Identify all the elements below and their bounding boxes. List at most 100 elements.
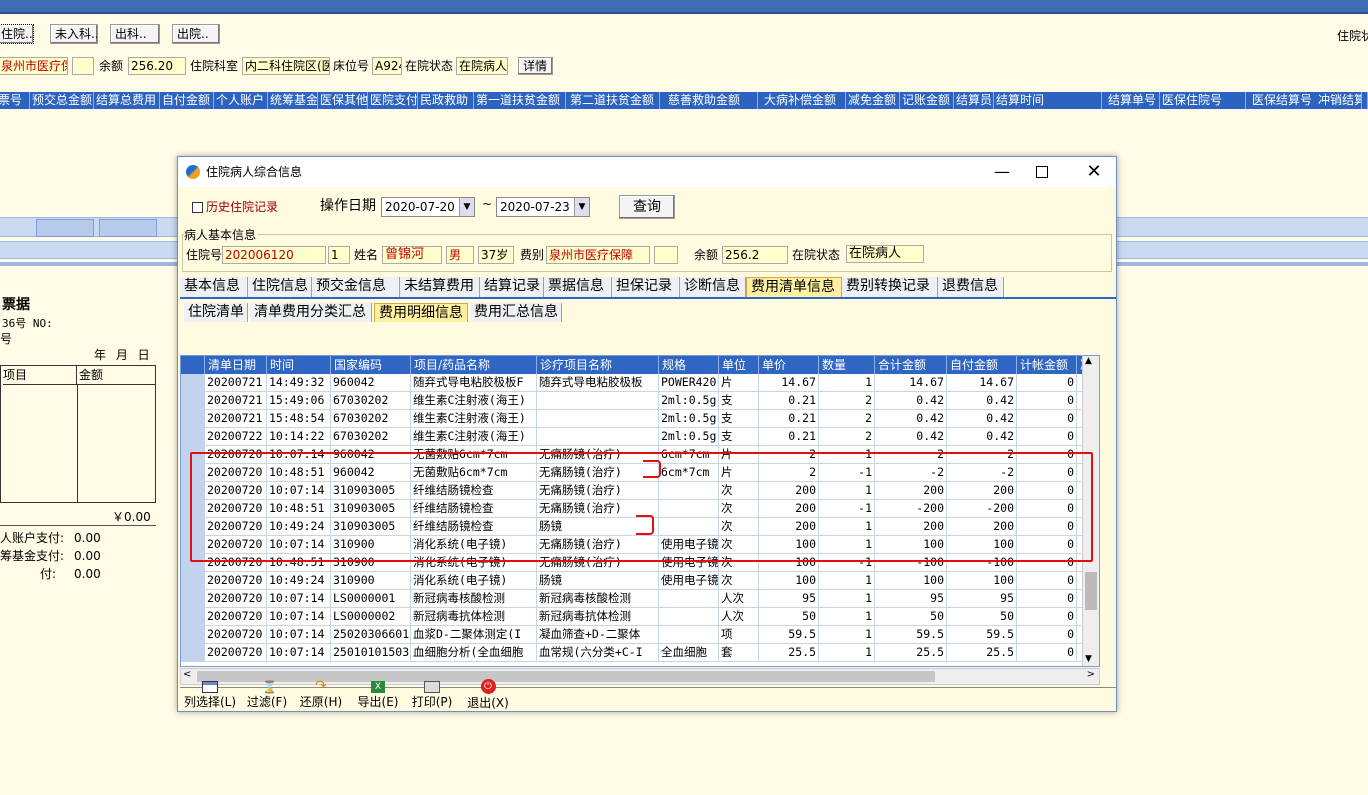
grid-cell[interactable]: 随弃式导电粘胶极板F xyxy=(411,374,537,392)
filter-button[interactable]: ⌛ 过滤(F) xyxy=(244,679,290,713)
grid-cell[interactable]: 25.5 xyxy=(759,644,819,662)
grid-cell[interactable]: 0 xyxy=(1017,572,1077,590)
close-icon[interactable]: ✕ xyxy=(1080,157,1108,187)
settle-col-header[interactable]: 民政救助 xyxy=(418,92,474,109)
grid-cell[interactable]: 0.21 xyxy=(759,410,819,428)
settle-col-header[interactable]: 结算总费用 xyxy=(94,92,160,109)
grid-cell[interactable]: 100 xyxy=(875,572,947,590)
grid-cell[interactable]: 血细胞分析(全血细胞 xyxy=(411,644,537,662)
date-from-select[interactable]: 2020-07-20 ▼ xyxy=(381,197,475,217)
detail-button[interactable]: 详情 xyxy=(518,57,553,75)
band-button-1[interactable] xyxy=(36,219,94,237)
grid-cell[interactable]: 1 xyxy=(819,572,875,590)
grid-cell[interactable] xyxy=(659,608,719,626)
grid-cell[interactable]: 67030202 xyxy=(331,410,411,428)
grid-cell[interactable]: 新冠病毒核酸检测 xyxy=(411,590,537,608)
grid-cell[interactable] xyxy=(537,428,659,446)
grid-cell[interactable]: 20200721 xyxy=(205,374,267,392)
grid-cell[interactable]: 67030202 xyxy=(331,428,411,446)
history-checkbox[interactable] xyxy=(192,202,203,213)
grid-row-indicator[interactable] xyxy=(181,428,205,446)
grid-cell[interactable]: 肠镜 xyxy=(537,572,659,590)
discharge-button[interactable]: 出院.. xyxy=(172,24,220,44)
scroll-down-icon[interactable]: ▼ xyxy=(1085,654,1092,664)
grid-cell[interactable]: 14.67 xyxy=(759,374,819,392)
grid-cell[interactable]: 0.42 xyxy=(875,410,947,428)
patient-id-field[interactable]: 202006120 xyxy=(222,246,326,264)
grid-cell[interactable]: 人次 xyxy=(719,608,759,626)
grid-cell[interactable]: 1 xyxy=(819,590,875,608)
grid-cell[interactable] xyxy=(537,392,659,410)
grid-cell[interactable]: 960042 xyxy=(331,374,411,392)
minimize-icon[interactable]: — xyxy=(988,157,1016,187)
grid-col-header[interactable]: 规格 xyxy=(659,356,719,374)
grid-cell[interactable]: 14.67 xyxy=(947,374,1017,392)
grid-cell[interactable]: 20200721 xyxy=(205,392,267,410)
subtab-3[interactable]: 费用汇总信息 xyxy=(470,303,562,322)
grid-cell[interactable]: 0.42 xyxy=(947,428,1017,446)
settle-col-header[interactable]: 个人账户 xyxy=(214,92,268,109)
grid-cell[interactable]: 25010101503 xyxy=(331,644,411,662)
grid-cell[interactable] xyxy=(659,626,719,644)
grid-cell[interactable]: 14:49:32 xyxy=(267,374,331,392)
grid-cell[interactable]: LS0000002 xyxy=(331,608,411,626)
grid-cell[interactable]: 项 xyxy=(719,626,759,644)
settle-col-header[interactable]: 票号 xyxy=(0,92,30,109)
grid-cell[interactable]: 100 xyxy=(759,572,819,590)
grid-cell[interactable]: 59.5 xyxy=(759,626,819,644)
grid-cell[interactable]: 凝血筛查+D-二聚体 xyxy=(537,626,659,644)
tab-5[interactable]: 票据信息 xyxy=(544,277,612,297)
tab-1[interactable]: 住院信息 xyxy=(248,277,312,297)
tab-6[interactable]: 担保记录 xyxy=(612,277,680,297)
grid-cell[interactable]: 新冠病毒核酸检测 xyxy=(537,590,659,608)
grid-cell[interactable] xyxy=(659,590,719,608)
grid-cell[interactable]: 0.42 xyxy=(875,428,947,446)
grid-cell[interactable]: 0 xyxy=(1017,626,1077,644)
grid-cell[interactable]: 支 xyxy=(719,392,759,410)
grid-cell[interactable]: 消化系统(电子镜) xyxy=(411,572,537,590)
settle-col-header[interactable]: 慈善救助金额 xyxy=(666,92,758,109)
grid-cell[interactable]: 59.5 xyxy=(947,626,1017,644)
settle-col-header[interactable]: 冲销结算 xyxy=(1316,92,1362,109)
settle-col-header[interactable]: 预交总金额 xyxy=(30,92,94,109)
grid-cell[interactable]: 0 xyxy=(1017,392,1077,410)
grid-row-indicator[interactable] xyxy=(181,392,205,410)
grid-cell[interactable]: 10:07:14 xyxy=(267,590,331,608)
grid-cell[interactable]: 0 xyxy=(1017,644,1077,662)
grid-cell[interactable]: 随弃式导电粘胶极板 xyxy=(537,374,659,392)
tab-7[interactable]: 诊断信息 xyxy=(680,277,746,297)
grid-cell[interactable]: 2ml:0.5g xyxy=(659,410,719,428)
grid-cell[interactable]: 67030202 xyxy=(331,392,411,410)
grid-cell[interactable]: 25.5 xyxy=(947,644,1017,662)
grid-cell[interactable]: 20200720 xyxy=(205,608,267,626)
main-bed-field[interactable]: A924 xyxy=(372,57,402,75)
grid-cell[interactable]: 次 xyxy=(719,572,759,590)
status-field[interactable]: 在院病人 xyxy=(846,245,924,263)
grid-cell[interactable]: 支 xyxy=(719,410,759,428)
grid-col-header[interactable]: 诊疗项目名称 xyxy=(537,356,659,374)
grid-cell[interactable]: 1 xyxy=(819,644,875,662)
grid-cell[interactable]: 100 xyxy=(947,572,1017,590)
grid-col-header[interactable]: 合计金额 xyxy=(875,356,947,374)
scroll-right-icon[interactable]: > xyxy=(1087,669,1095,680)
grid-cell[interactable]: 人次 xyxy=(719,590,759,608)
admit-button[interactable]: 住院.. xyxy=(0,24,34,44)
grid-cell[interactable]: 2ml:0.5g xyxy=(659,428,719,446)
grid-cell[interactable]: 95 xyxy=(947,590,1017,608)
main-blank-field[interactable] xyxy=(72,57,94,75)
export-button[interactable]: X 导出(E) xyxy=(354,679,402,713)
settle-col-header[interactable]: 统筹基金 xyxy=(268,92,318,109)
settle-col-header[interactable]: 减免金额 xyxy=(846,92,900,109)
patient-age-field[interactable]: 37岁 xyxy=(478,246,514,264)
grid-col-header[interactable]: 清单日期 xyxy=(205,356,267,374)
chevron-down-icon[interactable]: ▼ xyxy=(574,198,589,216)
fee-type-field[interactable]: 泉州市医疗保障 xyxy=(546,246,650,264)
grid-cell[interactable]: 0.21 xyxy=(759,392,819,410)
grid-col-header[interactable]: 国家编码 xyxy=(331,356,411,374)
main-status-field[interactable]: 在院病人 xyxy=(456,57,508,75)
grid-row-indicator[interactable] xyxy=(181,572,205,590)
not-in-dept-button[interactable]: 未入科.. xyxy=(50,24,98,44)
tab-4[interactable]: 结算记录 xyxy=(480,277,544,297)
grid-cell[interactable]: 25.5 xyxy=(875,644,947,662)
grid-row-indicator[interactable] xyxy=(181,608,205,626)
